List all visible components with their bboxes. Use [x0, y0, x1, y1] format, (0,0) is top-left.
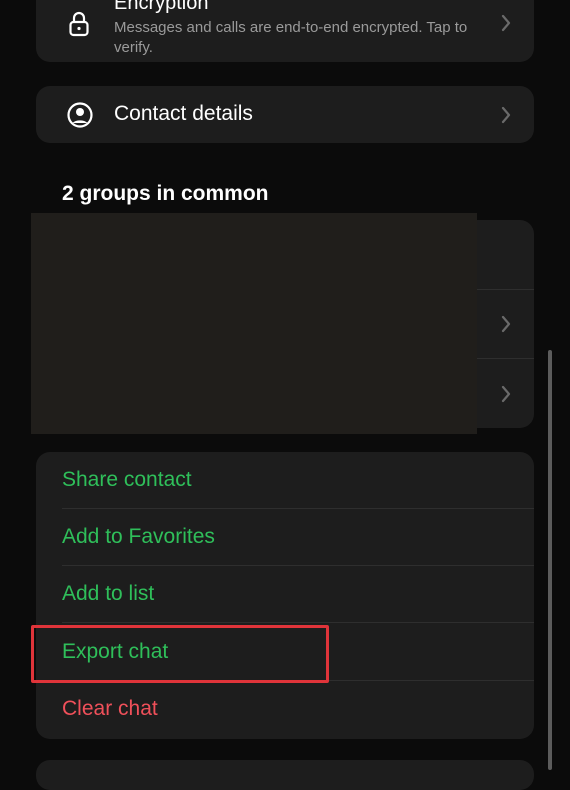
scrollbar[interactable] [548, 350, 552, 770]
add-to-list-button[interactable]: Add to list [36, 566, 534, 623]
redacted-region [31, 213, 477, 434]
chevron-right-icon [500, 384, 512, 404]
clear-chat-button[interactable]: Clear chat [36, 681, 534, 738]
person-circle-icon [66, 101, 94, 129]
actions-list: Share contact Add to Favorites Add to li… [36, 452, 534, 739]
divider [62, 622, 534, 623]
contact-details-label: Contact details [114, 102, 253, 125]
encryption-title: Encryption [114, 0, 209, 14]
chevron-right-icon [500, 13, 512, 33]
add-to-favorites-label: Add to Favorites [62, 525, 215, 548]
share-contact-label: Share contact [62, 468, 192, 491]
encryption-row[interactable]: Encryption Messages and calls are end-to… [36, 0, 534, 62]
add-to-list-label: Add to list [62, 582, 155, 605]
chevron-right-icon [500, 105, 512, 125]
add-to-favorites-button[interactable]: Add to Favorites [36, 509, 534, 566]
export-chat-highlight [31, 625, 329, 683]
clear-chat-label: Clear chat [62, 697, 158, 720]
next-section-card [36, 760, 534, 790]
contact-details-row[interactable]: Contact details [36, 86, 534, 143]
share-contact-button[interactable]: Share contact [36, 452, 534, 509]
groups-in-common-heading: 2 groups in common [62, 182, 269, 205]
chevron-right-icon [500, 314, 512, 334]
encryption-subtitle: Messages and calls are end-to-end encryp… [114, 19, 468, 56]
lock-icon [68, 11, 90, 37]
contact-info-screen: Encryption Messages and calls are end-to… [0, 0, 570, 790]
